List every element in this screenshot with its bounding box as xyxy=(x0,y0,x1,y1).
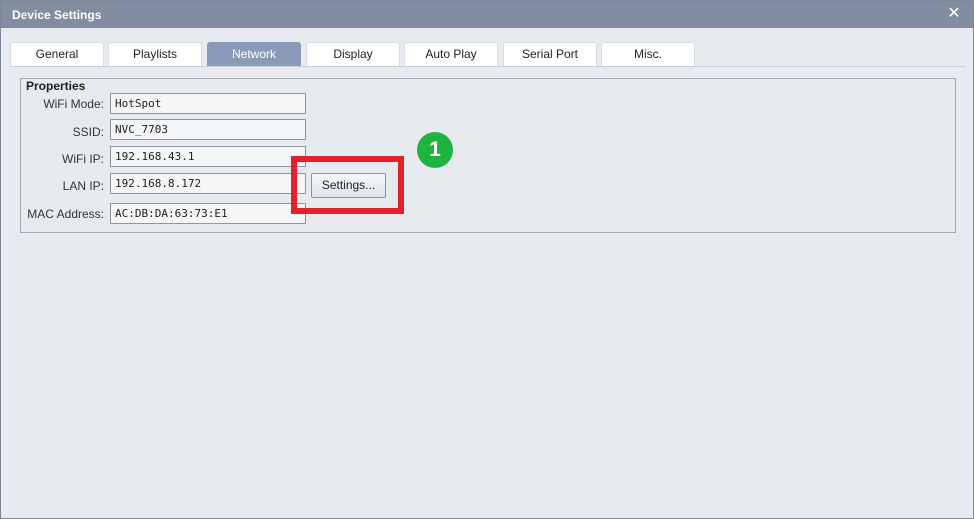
lan-ip-field: 192.168.8.172 xyxy=(110,173,306,194)
close-icon[interactable]: ✕ xyxy=(946,5,962,23)
title-bar: Device Settings ✕ xyxy=(1,1,973,28)
tab-auto-play[interactable]: Auto Play xyxy=(404,42,498,66)
highlight-box xyxy=(291,156,404,214)
device-settings-window: Device Settings ✕ General Playlists Netw… xyxy=(0,0,974,519)
tab-display[interactable]: Display xyxy=(306,42,400,66)
mac-address-field: AC:DB:DA:63:73:E1 xyxy=(110,203,306,224)
wifi-mode-label: WiFi Mode: xyxy=(43,97,104,111)
tab-network[interactable]: Network xyxy=(207,42,301,66)
ssid-field: NVC_7703 xyxy=(110,119,306,140)
wifi-ip-field: 192.168.43.1 xyxy=(110,146,306,167)
step-number-badge: 1 xyxy=(417,132,453,168)
window-title: Device Settings xyxy=(12,8,102,22)
tab-misc[interactable]: Misc. xyxy=(601,42,695,66)
tab-serial-port[interactable]: Serial Port xyxy=(503,42,597,66)
ssid-label: SSID: xyxy=(72,125,104,139)
wifi-ip-label: WiFi IP: xyxy=(62,152,104,166)
mac-address-label: MAC Address: xyxy=(27,207,104,221)
properties-legend: Properties xyxy=(24,79,88,93)
wifi-mode-field: HotSpot xyxy=(110,93,306,114)
tab-playlists[interactable]: Playlists xyxy=(108,42,202,66)
tab-general[interactable]: General xyxy=(10,42,104,66)
lan-ip-label: LAN IP: xyxy=(62,179,104,193)
